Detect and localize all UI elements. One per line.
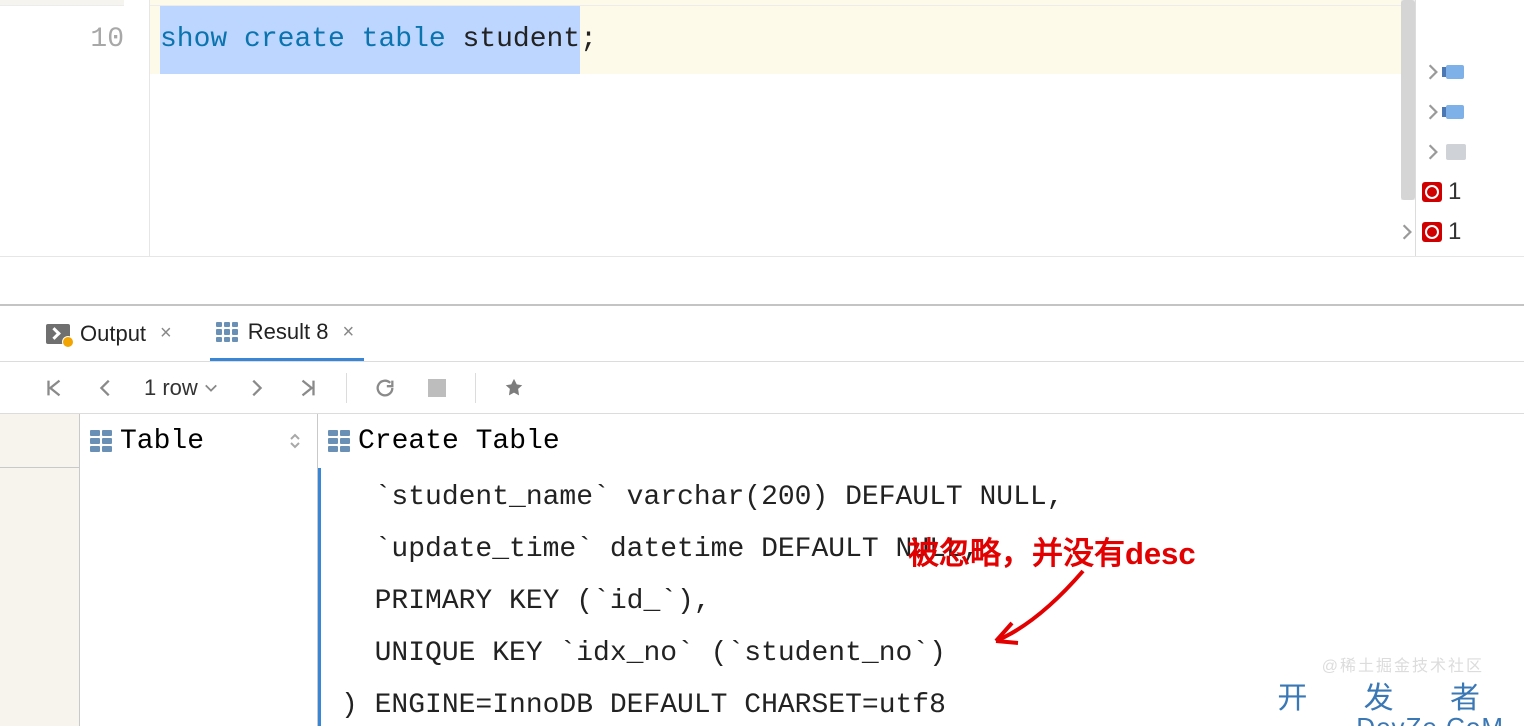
refresh-button[interactable] xyxy=(371,374,399,402)
tab-result[interactable]: Result 8 × xyxy=(210,306,364,361)
ddl-line: PRIMARY KEY (`id_`), xyxy=(341,586,711,617)
tree-item[interactable] xyxy=(1416,92,1524,132)
chevron-right-icon xyxy=(1424,103,1442,121)
row-count-dropdown[interactable]: 1 row xyxy=(144,375,218,401)
last-page-button[interactable] xyxy=(294,374,322,402)
ddl-line: ) ENGINE=InnoDB DEFAULT CHARSET=utf8 xyxy=(341,690,946,721)
tree-item-label: 1 xyxy=(1448,178,1461,206)
stop-button[interactable] xyxy=(423,374,451,402)
editor-scrollbar[interactable] xyxy=(1401,0,1415,200)
tree-item[interactable] xyxy=(1416,132,1524,172)
ddl-line: `student_name` varchar(200) DEFAULT NULL… xyxy=(341,482,1064,513)
first-page-button[interactable] xyxy=(40,374,68,402)
code-area[interactable]: show create table student; xyxy=(150,0,1415,256)
column-header-create-table[interactable]: Create Table xyxy=(318,414,1524,468)
chevron-right-icon xyxy=(1424,63,1442,81)
annotation-arrow-icon xyxy=(978,563,1098,653)
spacer xyxy=(0,256,1524,304)
tree-item[interactable] xyxy=(1416,52,1524,92)
ddl-line: UNIQUE KEY `idx_no` (`student_no`) xyxy=(341,638,946,669)
datasource-icon xyxy=(1446,105,1464,119)
editor-pane: 10 show create table student; 1 xyxy=(0,0,1524,256)
watermark: 开 发 者 DevZe.CoM xyxy=(1277,684,1504,726)
result-tabs: Output × Result 8 × xyxy=(0,306,1524,362)
chevron-right-icon xyxy=(1424,143,1442,161)
column-icon xyxy=(90,430,112,452)
folder-icon xyxy=(1446,144,1466,160)
grid-corner xyxy=(0,414,80,468)
table-icon xyxy=(216,322,238,342)
tree-item-label: 1 xyxy=(1448,218,1461,246)
result-toolbar: 1 row xyxy=(0,362,1524,414)
datasource-icon xyxy=(1446,65,1464,79)
editor-wrap: 10 show create table student; xyxy=(0,0,1416,256)
tree-item[interactable]: 1 xyxy=(1416,212,1524,252)
project-tree[interactable]: 1 1 xyxy=(1416,0,1524,256)
prev-page-button[interactable] xyxy=(92,374,120,402)
tree-item[interactable]: 1 xyxy=(1416,172,1524,212)
oracle-icon xyxy=(1422,222,1442,242)
column-header-table[interactable]: Table xyxy=(80,414,318,468)
code-line[interactable]: show create table student; xyxy=(150,6,1415,74)
result-grid: Table Create Table `student_name` varcha… xyxy=(0,414,1524,726)
cell-table-name[interactable] xyxy=(80,468,318,726)
stop-icon xyxy=(428,379,446,397)
column-label: Create Table xyxy=(358,426,560,457)
column-icon xyxy=(328,430,350,452)
tab-label: Result 8 xyxy=(248,319,329,345)
next-page-button[interactable] xyxy=(242,374,270,402)
close-icon[interactable]: × xyxy=(156,322,176,345)
output-icon xyxy=(46,324,70,344)
line-number-gutter: 10 xyxy=(0,0,150,256)
sort-handle-icon[interactable] xyxy=(287,433,303,449)
cell-create-table[interactable]: `student_name` varchar(200) DEFAULT NULL… xyxy=(318,468,1524,726)
pin-button[interactable] xyxy=(500,374,528,402)
row-gutter xyxy=(0,468,80,726)
line-number: 10 xyxy=(0,6,124,74)
tab-label: Output xyxy=(80,321,146,347)
column-label: Table xyxy=(120,426,204,457)
oracle-icon xyxy=(1422,182,1442,202)
tab-output[interactable]: Output × xyxy=(40,306,182,361)
watermark: @稀土掘金技术社区 xyxy=(1322,652,1484,676)
close-icon[interactable]: × xyxy=(338,321,358,344)
ddl-line: `update_time` datetime DEFAULT NULL, xyxy=(341,534,980,565)
result-pane: Output × Result 8 × 1 row Table xyxy=(0,304,1524,726)
